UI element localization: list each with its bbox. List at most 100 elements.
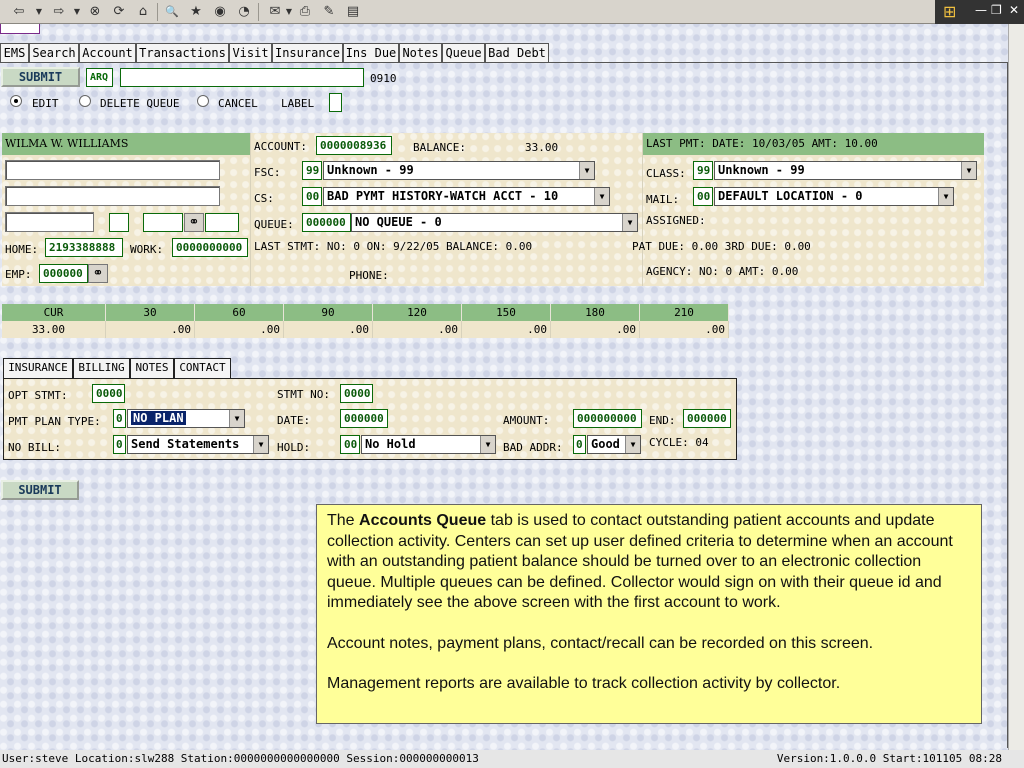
back-dropdown-icon[interactable]: ▼ [34,3,44,21]
assigned-label: ASSIGNED: [646,214,706,227]
opt-stmt-input[interactable]: 0000 [92,384,125,403]
arq-input[interactable] [120,68,364,87]
state-input[interactable] [109,213,129,232]
tab-bad-debt[interactable]: Bad Debt [485,43,549,63]
home-label: HOME: [5,243,39,256]
history-icon[interactable]: ◔ [235,3,253,21]
zip-ext-input[interactable] [205,213,239,232]
no-bill-code-input[interactable]: 0 [113,435,126,454]
cs-select[interactable]: BAD PYMT HISTORY-WATCH ACCT - 10 ▼ [323,187,610,206]
plan-amount-input[interactable]: 000000000 [573,409,642,428]
vertical-scrollbar[interactable] [1008,24,1024,750]
mail-code-input[interactable]: 00 [693,187,713,206]
class-select[interactable]: Unknown - 99 ▼ [714,161,977,180]
delete-queue-radio[interactable] [79,95,91,107]
favorites-icon[interactable]: ★ [187,3,205,21]
tab-ems[interactable]: EMS [0,43,29,63]
address-line-1[interactable] [5,160,220,180]
aging-header-60: 60 [195,304,284,321]
cs-code-input[interactable]: 00 [302,187,322,206]
forward-icon[interactable]: ⇨ [50,3,68,21]
bad-addr-select[interactable]: Good ▼ [587,435,641,454]
back-icon[interactable]: ⇦ [10,3,28,21]
address-line-2[interactable] [5,186,220,206]
queue-code: 0910 [370,72,397,85]
dropdown-arrow-icon: ▼ [594,188,609,205]
tab-insurance[interactable]: Insurance [272,43,343,63]
pmt-plan-select[interactable]: NO PLAN ▼ [127,409,245,428]
toolbar-separator [157,3,158,21]
hold-code-input[interactable]: 00 [340,435,360,454]
subtab-billing[interactable]: BILLING [73,358,130,378]
refresh-icon[interactable]: ⟳ [110,3,128,21]
subtab-contact[interactable]: CONTACT [174,358,231,378]
zip-input[interactable] [143,213,183,232]
bad-addr-code-input[interactable]: 0 [573,435,586,454]
tab-ins-due[interactable]: Ins Due [343,43,399,63]
patient-name: WILMA W. WILLIAMS [5,137,129,150]
mail-dropdown-icon[interactable]: ▼ [284,3,294,21]
work-phone-input[interactable]: 0000000000 [172,238,248,257]
cs-select-value: BAD PYMT HISTORY-WATCH ACCT - 10 [327,189,559,203]
tab-notes[interactable]: Notes [399,43,442,63]
tab-visit[interactable]: Visit [229,43,272,63]
forward-dropdown-icon[interactable]: ▼ [72,3,82,21]
bad-addr-select-value: Good [591,437,620,451]
aging-header-30: 30 [106,304,195,321]
aging-header-cur: CUR [2,304,106,321]
cancel-radio[interactable] [197,95,209,107]
column-divider [642,133,643,286]
fsc-select[interactable]: Unknown - 99 ▼ [323,161,595,180]
emp-input[interactable]: 000000 [39,264,88,283]
stmt-no-input[interactable]: 0000 [340,384,373,403]
city-input[interactable] [5,212,94,232]
queue-code-input[interactable]: 000000 [302,213,351,232]
plan-end-input[interactable]: 000000 [683,409,731,428]
tab-queue[interactable]: Queue [442,43,485,63]
discuss-icon[interactable]: ▤ [344,3,362,21]
fsc-code-input[interactable]: 99 [302,161,322,180]
phone-label: PHONE: [349,269,389,282]
emp-lookup-binoculars-icon[interactable]: ⚭ [88,264,108,283]
aging-header-180: 180 [551,304,640,321]
dropdown-arrow-icon: ▼ [625,436,640,453]
subtab-notes[interactable]: NOTES [130,358,174,378]
no-bill-select[interactable]: Send Statements ▼ [127,435,269,454]
hold-label: HOLD: [277,441,311,454]
tab-search[interactable]: Search [29,43,79,63]
label-input[interactable] [329,93,342,112]
callout-text: The [327,512,360,529]
browser-toolbar: ⇦ ▼ ⇨ ▼ ⊗ ⟳ ⌂ 🔍 ★ ◉ ◔ ✉ ▼ ⎙ ✎ ▤ [0,0,1024,24]
submit-button-top[interactable]: SUBMIT [1,67,80,87]
tab-account[interactable]: Account [79,43,136,63]
minimize-icon[interactable]: — [975,3,987,17]
mail-icon[interactable]: ✉ [266,3,284,21]
mail-select[interactable]: DEFAULT LOCATION - 0 ▼ [714,187,954,206]
pmt-plan-code-input[interactable]: 0 [113,409,126,428]
class-code-input[interactable]: 99 [693,161,713,180]
home-phone-input[interactable]: 2193388888 [45,238,123,257]
home-icon[interactable]: ⌂ [134,3,152,21]
close-icon[interactable]: ✕ [1009,3,1019,17]
edit-radio[interactable] [10,95,22,107]
edit-icon[interactable]: ✎ [320,3,338,21]
tab-transactions[interactable]: Transactions [136,43,229,63]
print-icon[interactable]: ⎙ [296,3,314,21]
account-number-input[interactable]: 0000008936 [316,136,392,155]
subtab-insurance[interactable]: INSURANCE [3,358,73,378]
aging-header-90: 90 [284,304,373,321]
class-label: CLASS: [646,167,686,180]
media-icon[interactable]: ◉ [211,3,229,21]
plan-date-input[interactable]: 000000 [340,409,388,428]
queue-select[interactable]: NO QUEUE - 0 ▼ [351,213,638,232]
aging-value-180: .00 [551,321,640,338]
submit-button-bottom[interactable]: SUBMIT [1,480,79,500]
work-label: WORK: [130,243,164,256]
pmt-plan-type-label: PMT PLAN TYPE: [8,415,101,428]
no-bill-select-value: Send Statements [131,437,240,451]
search-icon[interactable]: 🔍 [163,3,181,21]
zip-lookup-binoculars-icon[interactable]: ⚭ [184,213,204,232]
stop-icon[interactable]: ⊗ [86,3,104,21]
hold-select[interactable]: No Hold ▼ [361,435,496,454]
maximize-icon[interactable]: ❐ [991,3,1002,17]
